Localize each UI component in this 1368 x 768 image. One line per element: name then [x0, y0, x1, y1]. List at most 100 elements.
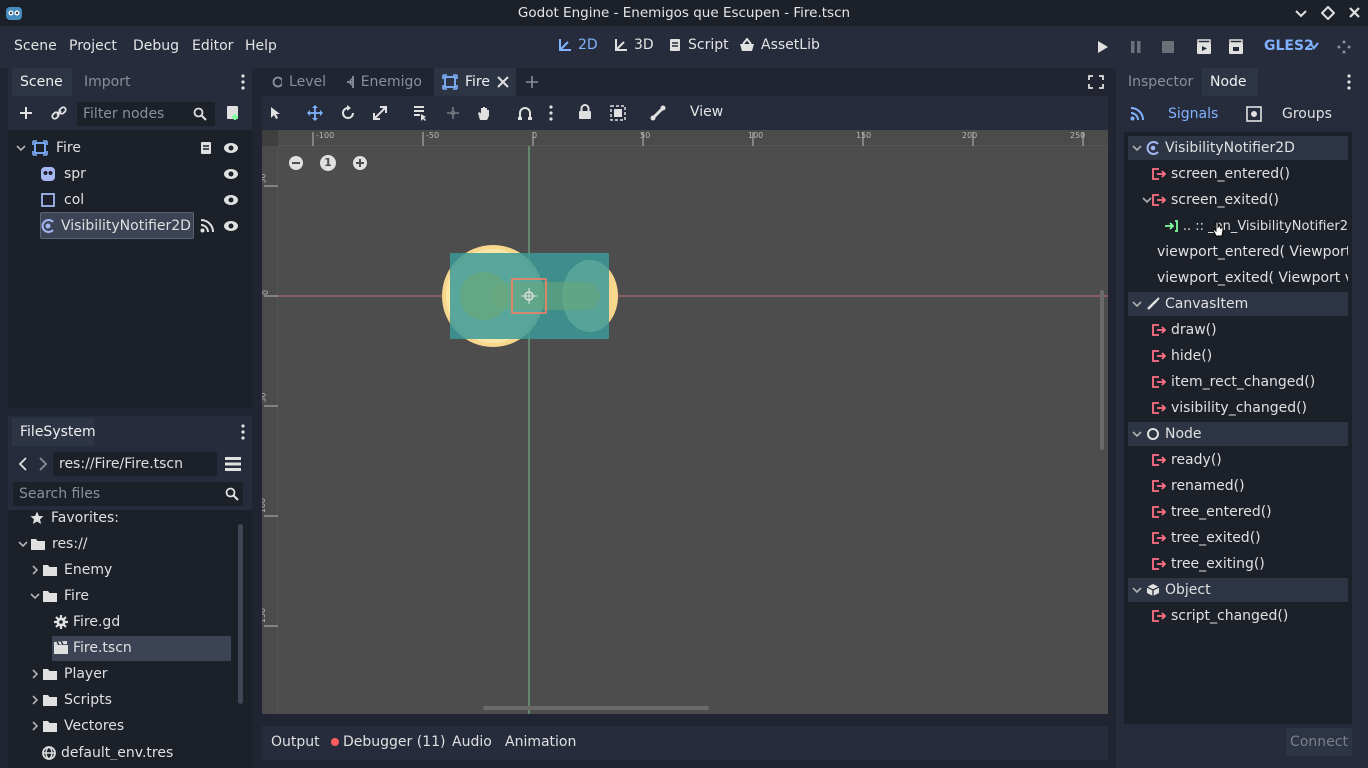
chevron-down-icon[interactable]: [1132, 585, 1142, 595]
menu-help[interactable]: Help: [245, 38, 277, 54]
select-tool-icon[interactable]: [270, 106, 282, 120]
signal-renamed[interactable]: renamed(): [1128, 474, 1348, 498]
rotate-tool-icon[interactable]: [340, 105, 356, 121]
pause-icon[interactable]: [1130, 41, 1142, 53]
signal-ready[interactable]: ready(): [1128, 448, 1348, 472]
fs-item-scripts[interactable]: Scripts: [30, 688, 112, 712]
menu-editor[interactable]: Editor: [192, 38, 233, 54]
bottom-tab-audio[interactable]: Audio: [452, 734, 492, 750]
search-files-input[interactable]: Search files: [13, 482, 243, 506]
menu-debug[interactable]: Debug: [133, 38, 179, 54]
list-select-icon[interactable]: [412, 105, 428, 121]
signal-connection[interactable]: .. :: _on_VisibilityNotifier2: [1128, 214, 1348, 238]
filesystem-scrollbar[interactable]: [238, 524, 243, 704]
fs-item-res[interactable]: res://: [18, 532, 88, 556]
signal-item-rect-changed[interactable]: item_rect_changed(): [1128, 370, 1348, 394]
dock-menu-icon[interactable]: [240, 424, 246, 440]
connect-button[interactable]: Connect: [1286, 728, 1352, 756]
fs-item-enemy[interactable]: Enemy: [30, 558, 112, 582]
bottom-tab-animation[interactable]: Animation: [505, 734, 576, 750]
play-custom-scene-icon[interactable]: [1228, 39, 1244, 55]
signal-draw[interactable]: draw(): [1128, 318, 1348, 342]
viewport-hscrollbar[interactable]: [483, 706, 709, 710]
tab-node[interactable]: Node: [1202, 68, 1258, 96]
tab-level[interactable]: Level: [264, 68, 334, 96]
signal-class-canvasitem[interactable]: CanvasItem: [1128, 292, 1348, 316]
signal-tree-exiting[interactable]: tree_exiting(): [1128, 552, 1348, 576]
minimize-icon[interactable]: [1295, 7, 1307, 19]
fs-item-favorites[interactable]: Favorites:: [30, 506, 119, 530]
bottom-tab-debugger[interactable]: Debugger (11): [343, 734, 445, 750]
signal-hide[interactable]: hide(): [1128, 344, 1348, 368]
tab-enemigo[interactable]: Enemigo: [338, 68, 430, 96]
chevron-down-icon[interactable]: [18, 539, 28, 549]
fs-item-default-env[interactable]: default_env.tres: [42, 744, 173, 760]
signal-tree-exited[interactable]: tree_exited(): [1128, 526, 1348, 550]
signal-connected-icon[interactable]: [200, 219, 214, 233]
chevron-down-icon[interactable]: [30, 591, 40, 601]
signals-tab[interactable]: Signals: [1124, 100, 1236, 128]
visibility-eye-icon[interactable]: [223, 167, 239, 181]
fs-item-player[interactable]: Player: [30, 662, 108, 686]
forward-arrow-icon[interactable]: [38, 457, 48, 471]
dock-menu-icon[interactable]: [240, 74, 246, 90]
stop-icon[interactable]: [1162, 41, 1174, 53]
chevron-down-icon[interactable]: [1132, 299, 1142, 309]
signal-class-visibilitynotifier2d[interactable]: VisibilityNotifier2D: [1128, 136, 1348, 160]
tree-item-col[interactable]: col: [40, 188, 240, 212]
signal-tree-entered[interactable]: tree_entered(): [1128, 500, 1348, 524]
menu-scene[interactable]: Scene: [14, 38, 57, 54]
fs-item-fire[interactable]: Fire: [30, 584, 89, 608]
scale-tool-icon[interactable]: [372, 105, 388, 121]
chevron-right-icon[interactable]: [30, 721, 40, 731]
tree-item-visibilitynotifier2d[interactable]: VisibilityNotifier2D: [40, 214, 200, 238]
tree-item-spr[interactable]: spr: [40, 162, 240, 186]
workspace-2d-button[interactable]: 2D: [558, 37, 598, 53]
viewport-canvas[interactable]: -100 -50 0 50 100 150 200 250 50 0 50 10…: [262, 130, 1108, 714]
signal-screen-entered[interactable]: screen_entered(): [1128, 162, 1348, 186]
play-icon[interactable]: [1097, 40, 1109, 54]
chevron-down-icon[interactable]: [1132, 143, 1142, 153]
signal-visibility-changed[interactable]: visibility_changed(): [1128, 396, 1348, 420]
viewport-vscrollbar[interactable]: [1100, 290, 1104, 450]
signal-screen-exited[interactable]: screen_exited(): [1128, 188, 1348, 212]
workspace-3d-button[interactable]: 3D: [614, 37, 654, 53]
signal-script-changed[interactable]: script_changed(): [1128, 604, 1348, 628]
lock-icon[interactable]: [578, 104, 592, 120]
tab-inspector[interactable]: Inspector: [1120, 68, 1198, 96]
signal-class-object[interactable]: Object: [1128, 578, 1348, 602]
fs-item-vectores[interactable]: Vectores: [30, 714, 124, 738]
chevron-down-icon[interactable]: [1142, 195, 1152, 205]
zoom-in-icon[interactable]: [352, 155, 368, 171]
new-tab-icon[interactable]: [525, 75, 539, 89]
chevron-down-icon[interactable]: [16, 143, 26, 153]
menu-project[interactable]: Project: [69, 38, 117, 54]
group-icon[interactable]: [610, 105, 626, 121]
chevron-right-icon[interactable]: [30, 565, 40, 575]
groups-tab[interactable]: Groups: [1244, 100, 1348, 128]
fs-item-fire-tscn[interactable]: Fire.tscn: [54, 636, 132, 660]
zoom-out-icon[interactable]: [288, 155, 304, 171]
chevron-down-icon[interactable]: [1132, 429, 1142, 439]
tab-import[interactable]: Import: [76, 68, 142, 96]
distraction-free-icon[interactable]: [1088, 75, 1104, 89]
pivot-tool-icon[interactable]: [445, 105, 461, 121]
visibility-eye-icon[interactable]: [223, 219, 239, 233]
tab-scene[interactable]: Scene: [12, 68, 72, 96]
close-tab-icon[interactable]: [497, 76, 509, 88]
toggle-split-mode-icon[interactable]: [225, 457, 241, 471]
filesystem-path-input[interactable]: res://Fire/Fire.tscn: [53, 452, 217, 476]
close-window-icon[interactable]: [1348, 6, 1361, 19]
pan-tool-icon[interactable]: [476, 105, 492, 121]
tab-filesystem[interactable]: FileSystem: [12, 418, 96, 446]
view-menu[interactable]: View: [690, 104, 723, 120]
play-scene-icon[interactable]: [1196, 39, 1212, 55]
chevron-right-icon[interactable]: [30, 669, 40, 679]
chevron-right-icon[interactable]: [30, 695, 40, 705]
workspace-assetlib-button[interactable]: AssetLib: [739, 37, 820, 53]
move-tool-icon[interactable]: [307, 105, 323, 121]
maximize-icon[interactable]: [1321, 6, 1335, 20]
snap-icon[interactable]: [517, 105, 533, 121]
renderer-select[interactable]: GLES2: [1264, 38, 1314, 54]
bone-icon[interactable]: [650, 105, 666, 121]
